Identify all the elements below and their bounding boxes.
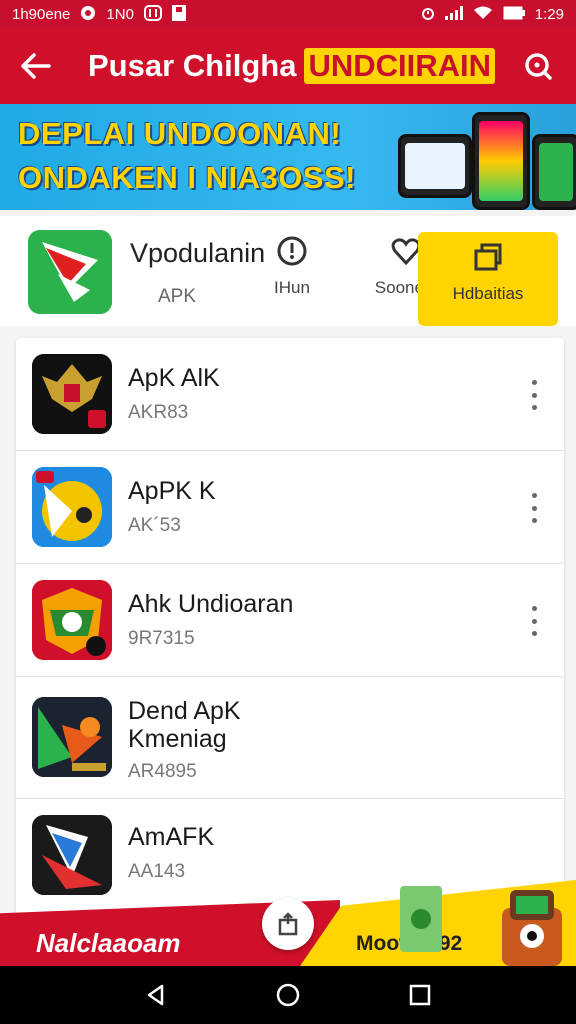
status-bar: 1h90ene 1N0 1:29 xyxy=(0,0,576,28)
page-title: Pusar Chilgha xyxy=(88,48,297,83)
banner-subheadline: ONDAKEN I NIA3OSS! xyxy=(18,160,356,195)
signal-icon xyxy=(444,6,463,22)
banner-headline: DEPLAI UNDOONAN! xyxy=(18,116,342,151)
app-logo-icon xyxy=(28,230,112,314)
more-menu-button[interactable] xyxy=(524,380,544,410)
square-recents-icon xyxy=(409,984,431,1006)
promo-left-text: Nalclaaoam xyxy=(36,928,181,958)
list-item[interactable]: ApPK K AK´53 xyxy=(16,451,564,564)
app-icon xyxy=(32,467,112,547)
mascot-icon xyxy=(502,890,562,966)
money-icon xyxy=(400,886,442,952)
action-label: IHun xyxy=(274,278,310,297)
app-subtitle: AR4895 xyxy=(128,761,197,782)
nav-home-button[interactable] xyxy=(268,975,308,1015)
page-title-accent: UNDCIIRAIN xyxy=(304,48,495,84)
status-extra: 1N0 xyxy=(106,5,134,23)
battery-icon xyxy=(503,6,525,22)
action-hdbaitias[interactable]: Hdbaitias xyxy=(418,232,558,326)
compass-icon xyxy=(275,234,309,268)
app-title: Dend ApK xyxy=(128,697,241,725)
app-title: ApPK K xyxy=(128,477,216,505)
notification-icon xyxy=(80,5,96,23)
back-button[interactable] xyxy=(8,38,64,94)
status-time: 1:29 xyxy=(534,5,564,23)
app-list: ApK AlK AKR83 ApPK K AK´53 Ahk Undioaran… xyxy=(16,338,564,938)
wifi-icon xyxy=(473,6,493,22)
phone-illustration xyxy=(472,112,530,210)
phone-illustration xyxy=(532,134,576,210)
list-item[interactable]: Ahk Undioaran 9R7315 xyxy=(16,564,564,677)
app-title: AmAFK xyxy=(128,823,215,851)
share-fab-button[interactable] xyxy=(262,898,314,950)
app-bar: Pusar Chilgha UNDCIIRAIN xyxy=(0,28,576,104)
featured-app-card[interactable]: Vpodulanin APK IHun Soonela Hdbaitias xyxy=(0,216,576,326)
app-icon xyxy=(143,5,162,23)
app-icon xyxy=(32,580,112,660)
app-subtitle: AKR83 xyxy=(128,402,189,423)
search-button[interactable] xyxy=(516,44,560,88)
share-icon xyxy=(278,912,298,936)
nav-back-button[interactable] xyxy=(136,975,176,1015)
app-title-line2: Kmeniag xyxy=(128,725,227,753)
nav-recents-button[interactable] xyxy=(400,975,440,1015)
list-item[interactable]: ApK AlK AKR83 xyxy=(16,338,564,451)
more-menu-button[interactable] xyxy=(524,606,544,636)
app-title: ApK AlK xyxy=(128,364,220,392)
action-label: Hdbaitias xyxy=(452,284,524,303)
app-subtitle: 9R7315 xyxy=(128,628,195,649)
promo-banner[interactable]: DEPLAI UNDOONAN! ONDAKEN I NIA3OSS! xyxy=(0,104,576,210)
app-subtitle: AK´53 xyxy=(128,515,181,536)
app-title: Ahk Undioaran xyxy=(128,590,294,618)
action-ihun[interactable]: IHun xyxy=(262,234,322,310)
arrow-left-icon xyxy=(21,53,51,79)
system-nav-bar xyxy=(0,966,576,1024)
list-item[interactable]: Dend ApK Kmeniag AR4895 xyxy=(16,677,564,799)
status-text: 1h90ene xyxy=(12,5,71,23)
bookmark-icon xyxy=(171,5,186,23)
search-icon xyxy=(525,53,552,80)
circle-home-icon xyxy=(276,983,300,1007)
triangle-back-icon xyxy=(147,984,164,1006)
featured-app-title: Vpodulanin xyxy=(130,238,266,268)
alarm-icon xyxy=(421,5,435,23)
tablet-illustration xyxy=(398,134,472,198)
featured-app-subtitle: APK xyxy=(158,286,197,307)
app-icon xyxy=(32,354,112,434)
folder-icon xyxy=(471,240,505,274)
more-menu-button[interactable] xyxy=(524,493,544,523)
app-icon xyxy=(32,697,112,777)
